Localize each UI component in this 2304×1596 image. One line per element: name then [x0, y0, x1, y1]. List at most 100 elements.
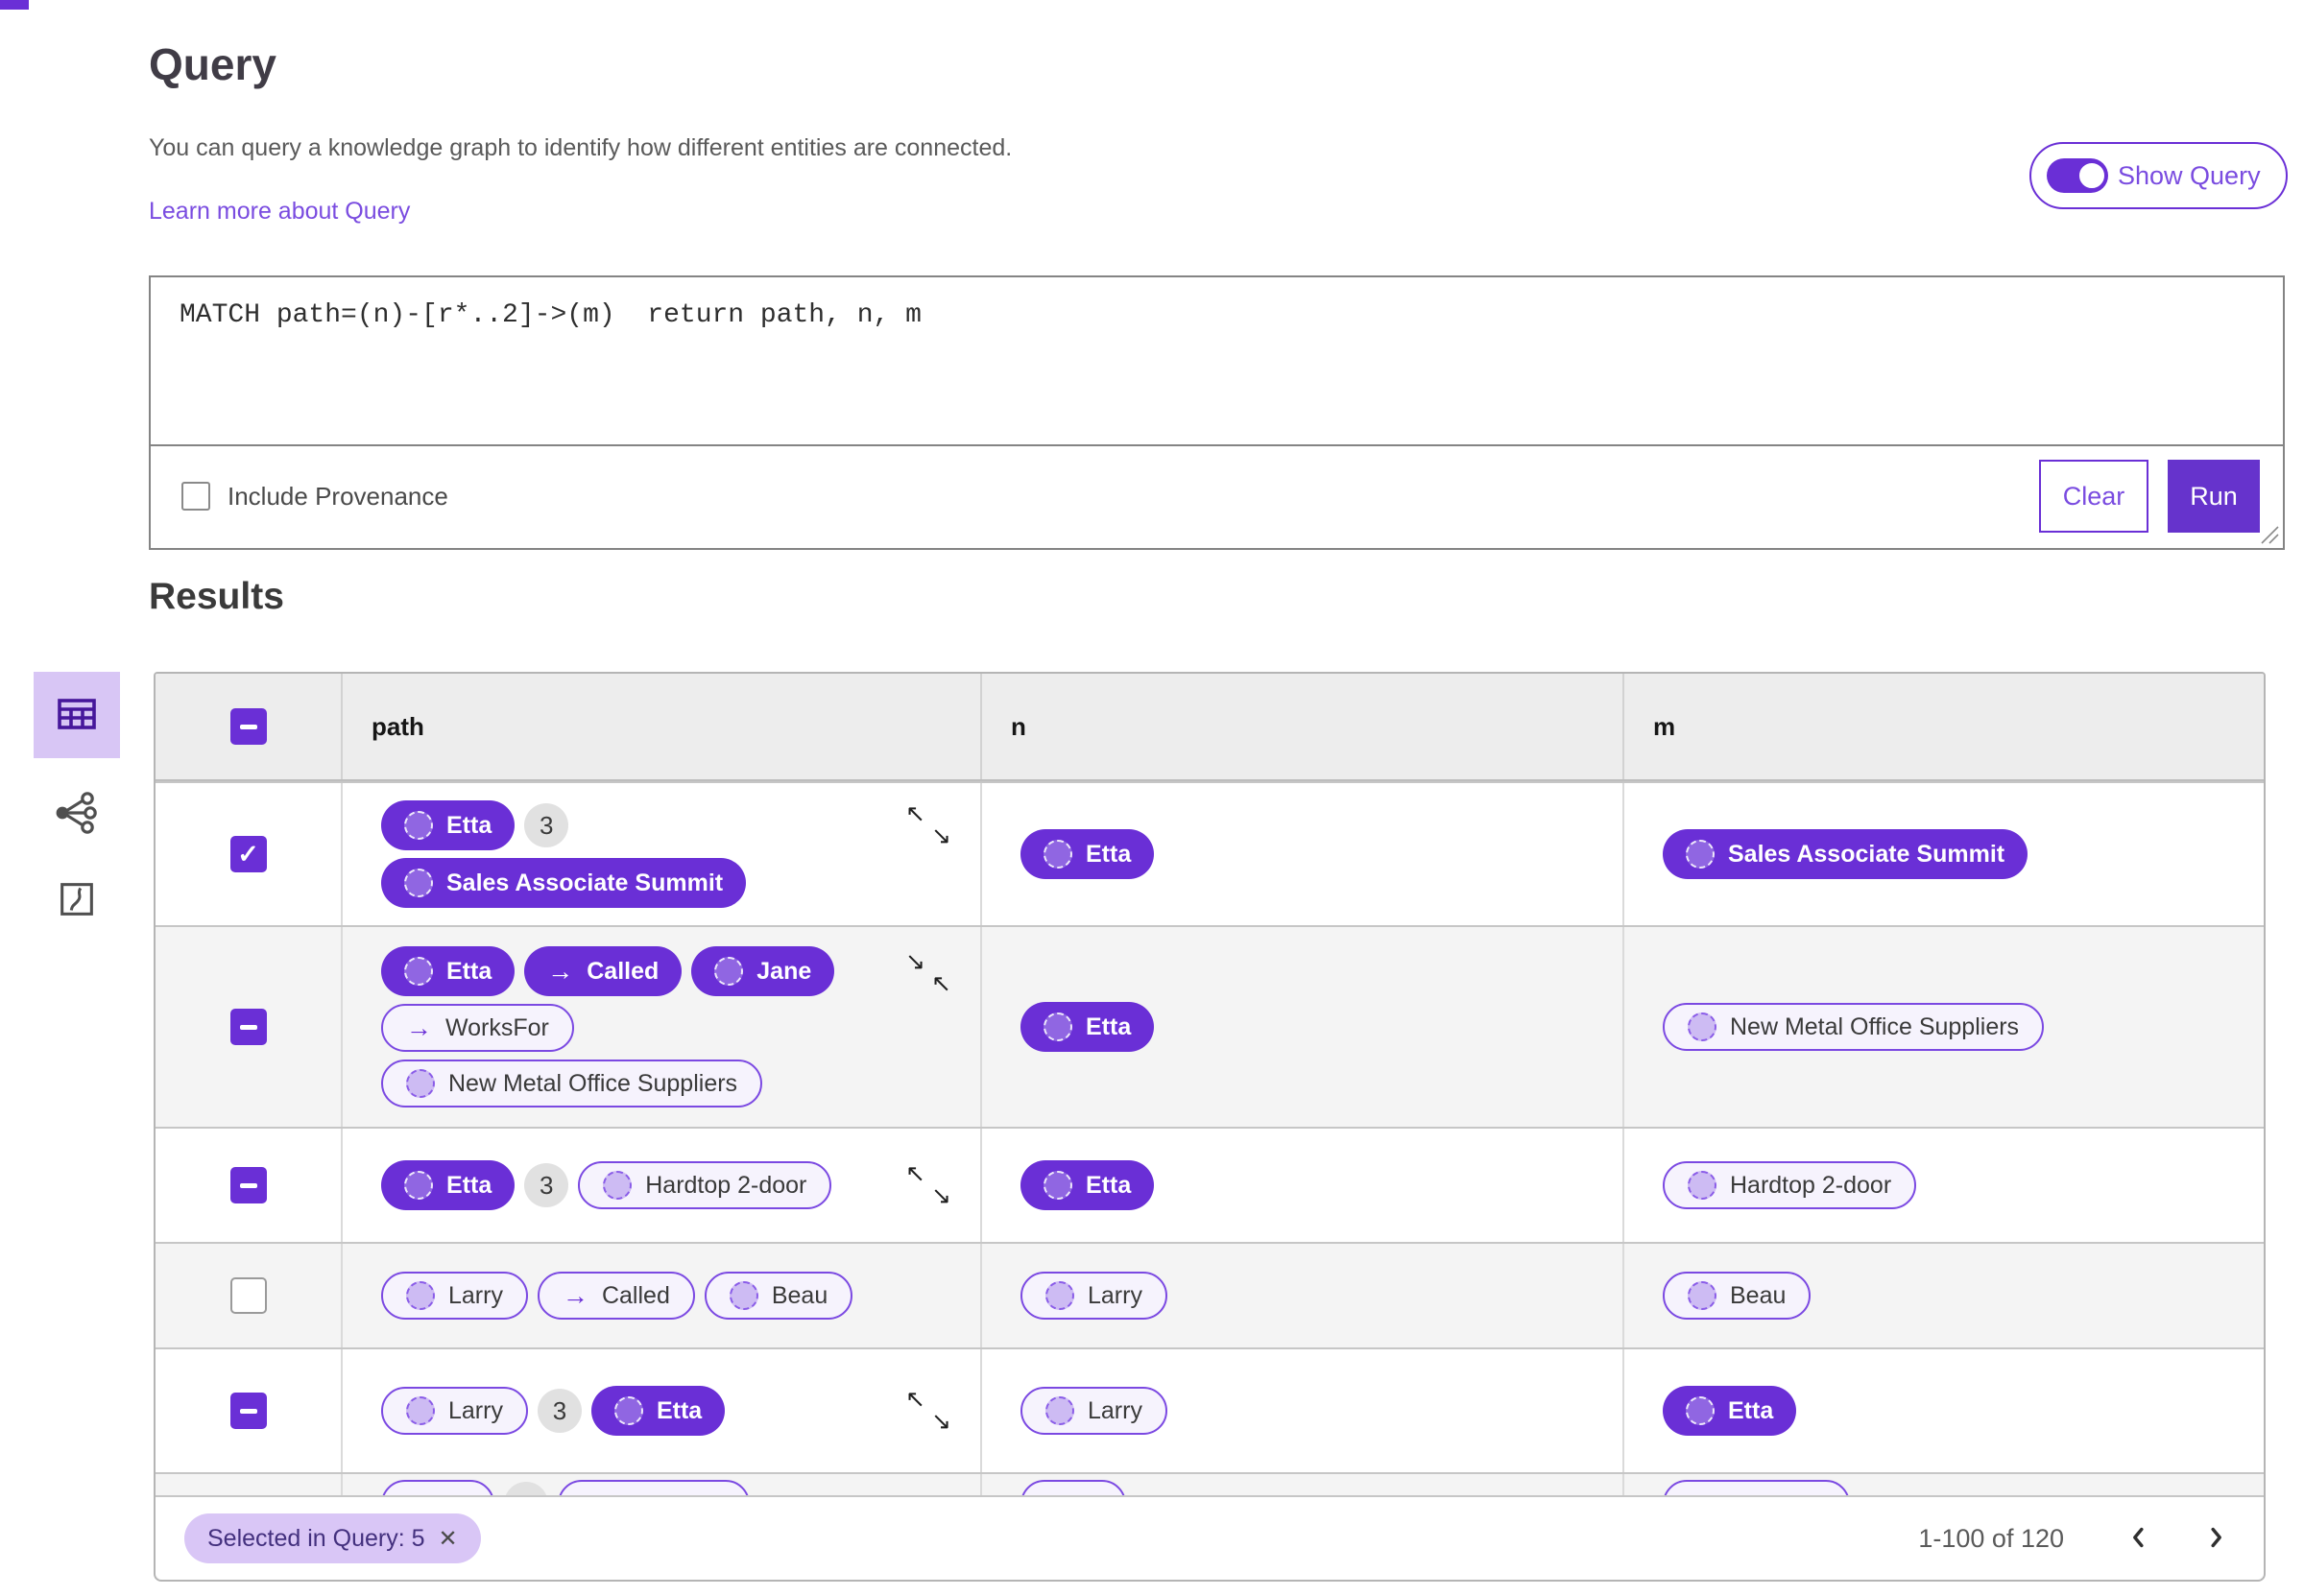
node-icon	[729, 1281, 758, 1310]
entity-pill[interactable]: New Metal Office Suppliers	[1663, 1003, 2045, 1051]
entity-pill[interactable]: Beau	[1663, 1272, 1812, 1320]
entity-pill[interactable]: New Metal Office Suppliers	[381, 1060, 763, 1108]
results-table: path n m ✓ Etta 3 ↖ ↘ Sales Associate Sum…	[154, 672, 2266, 1582]
query-editor-toolbar: Include Provenance Clear Run	[151, 446, 2283, 546]
hidden-count-badge[interactable]: 3	[537, 1389, 582, 1433]
entity-pill[interactable]: Etta	[1020, 1002, 1155, 1052]
query-editor-box: MATCH path=(n)-[r*..2]->(m) return path,…	[149, 275, 2285, 550]
page-title: Query	[149, 39, 276, 89]
node-icon	[1045, 1396, 1074, 1425]
results-view-table-button[interactable]	[34, 672, 120, 758]
resize-handle-icon[interactable]	[2258, 523, 2279, 544]
hidden-count-badge[interactable]: 3	[524, 803, 569, 847]
entity-pill[interactable]: Larry	[381, 1387, 528, 1435]
table-footer: Selected in Query: 5 ✕ 1-100 of 120	[156, 1495, 2264, 1580]
table-row: ✓ Etta 3 ↖ ↘ Sales Associate Summit Etta …	[156, 781, 2264, 925]
arrow-right-icon: →	[547, 956, 574, 986]
pagination-range: 1-100 of 120	[1918, 1523, 2064, 1553]
node-icon	[1044, 840, 1072, 869]
entity-pill[interactable]: Sales Associate Summit	[1663, 829, 2028, 879]
edge-pill[interactable]: → WorksFor	[381, 1004, 574, 1052]
toggle-knob	[2076, 160, 2107, 191]
entity-pill[interactable]: Larry	[381, 1272, 528, 1320]
select-all-checkbox[interactable]	[229, 708, 267, 745]
row-checkbox[interactable]	[229, 1167, 267, 1203]
row-checkbox[interactable]	[229, 1277, 267, 1314]
show-query-toggle[interactable]: Show Query	[2029, 142, 2288, 209]
page-subtitle: You can query a knowledge graph to ident…	[149, 134, 1013, 161]
clear-button[interactable]: Clear	[2039, 460, 2148, 533]
app-edge-accent	[0, 0, 29, 10]
table-row: Etta 3 Hardtop 2-door ↖ ↘ Etta Hardtop 2-…	[156, 1127, 2264, 1242]
expand-icon[interactable]: ↖ ↘	[905, 802, 951, 848]
edge-pill[interactable]: → Called	[524, 946, 683, 996]
query-page: Query You can query a knowledge graph to…	[0, 0, 2304, 1596]
node-icon	[404, 1171, 433, 1200]
table-row: Larry 3 Etta ↖ ↘ Larry Etta	[156, 1347, 2264, 1472]
expand-icon[interactable]: ↖ ↘	[905, 1388, 951, 1434]
chart-view-icon	[55, 877, 99, 924]
column-header-path[interactable]: path	[343, 712, 424, 742]
entity-pill[interactable]: Hardtop 2-door	[578, 1161, 832, 1209]
next-page-button[interactable]	[2195, 1517, 2237, 1560]
entity-pill[interactable]: Etta	[381, 1160, 516, 1210]
graph-view-icon	[54, 790, 100, 839]
hidden-count-badge[interactable]: 3	[524, 1163, 569, 1207]
entity-pill[interactable]: Etta	[381, 800, 516, 850]
row-checkbox[interactable]: ✓	[229, 836, 267, 872]
entity-pill[interactable]: Larry	[1020, 1387, 1167, 1435]
node-icon	[1688, 1281, 1716, 1310]
toggle-switch-icon[interactable]	[2047, 158, 2108, 193]
node-icon	[1688, 1171, 1716, 1200]
row-checkbox[interactable]	[229, 1393, 267, 1429]
entity-pill[interactable]: Etta	[1020, 1160, 1155, 1210]
table-view-icon	[54, 691, 100, 740]
node-icon	[613, 1396, 643, 1425]
node-icon	[404, 811, 433, 840]
arrow-right-icon: →	[562, 1280, 588, 1310]
entity-pill[interactable]: Etta	[1020, 829, 1155, 879]
column-header-m[interactable]: m	[1624, 712, 1675, 742]
entity-pill[interactable]: Etta	[590, 1386, 726, 1436]
edge-pill[interactable]: → Called	[537, 1272, 695, 1320]
entity-pill[interactable]: Hardtop 2-door	[1663, 1161, 1917, 1209]
column-header-n[interactable]: n	[982, 712, 1026, 742]
selected-in-query-chip[interactable]: Selected in Query: 5 ✕	[184, 1513, 481, 1563]
chevron-right-icon	[2199, 1521, 2232, 1557]
node-icon	[1044, 1012, 1072, 1041]
node-icon	[714, 957, 744, 986]
entity-pill[interactable]: Etta	[1663, 1386, 1797, 1436]
previous-page-button[interactable]	[2118, 1517, 2160, 1560]
node-icon	[603, 1171, 633, 1200]
node-icon	[404, 869, 433, 897]
include-provenance-label: Include Provenance	[228, 481, 448, 511]
node-icon	[1686, 1396, 1715, 1425]
include-provenance-checkbox[interactable]	[181, 482, 210, 511]
results-title: Results	[149, 576, 284, 617]
row-checkbox[interactable]	[229, 1009, 267, 1045]
selected-in-query-label: Selected in Query: 5	[207, 1524, 425, 1552]
arrow-right-icon: →	[406, 1012, 432, 1042]
close-icon[interactable]: ✕	[439, 1525, 458, 1553]
query-code-input[interactable]: MATCH path=(n)-[r*..2]->(m) return path,…	[151, 277, 2283, 446]
results-view-chart-button[interactable]	[52, 875, 102, 925]
learn-more-link[interactable]: Learn more about Query	[149, 198, 410, 226]
entity-pill[interactable]: Larry	[1020, 1272, 1167, 1320]
expand-icon[interactable]: ↖ ↘	[905, 1162, 951, 1208]
chevron-left-icon	[2123, 1521, 2155, 1557]
table-row: Etta → Called Jane ↘ ↖ → WorksFor New Metal…	[156, 925, 2264, 1127]
pagination: 1-100 of 120	[1918, 1517, 2237, 1560]
table-row: Larry → Called Beau Larry Beau	[156, 1242, 2264, 1347]
entity-pill[interactable]: Etta	[381, 946, 516, 996]
results-view-graph-button[interactable]	[50, 787, 104, 841]
entity-pill[interactable]: Jane	[691, 946, 835, 996]
show-query-label: Show Query	[2118, 160, 2261, 190]
entity-pill[interactable]: Sales Associate Summit	[381, 858, 747, 908]
node-icon	[406, 1396, 435, 1425]
entity-pill[interactable]: Beau	[704, 1272, 853, 1320]
node-icon	[404, 957, 433, 986]
run-button[interactable]: Run	[2168, 460, 2260, 533]
node-icon	[406, 1069, 435, 1098]
node-icon	[406, 1281, 435, 1310]
collapse-icon[interactable]: ↘ ↖	[905, 950, 951, 996]
